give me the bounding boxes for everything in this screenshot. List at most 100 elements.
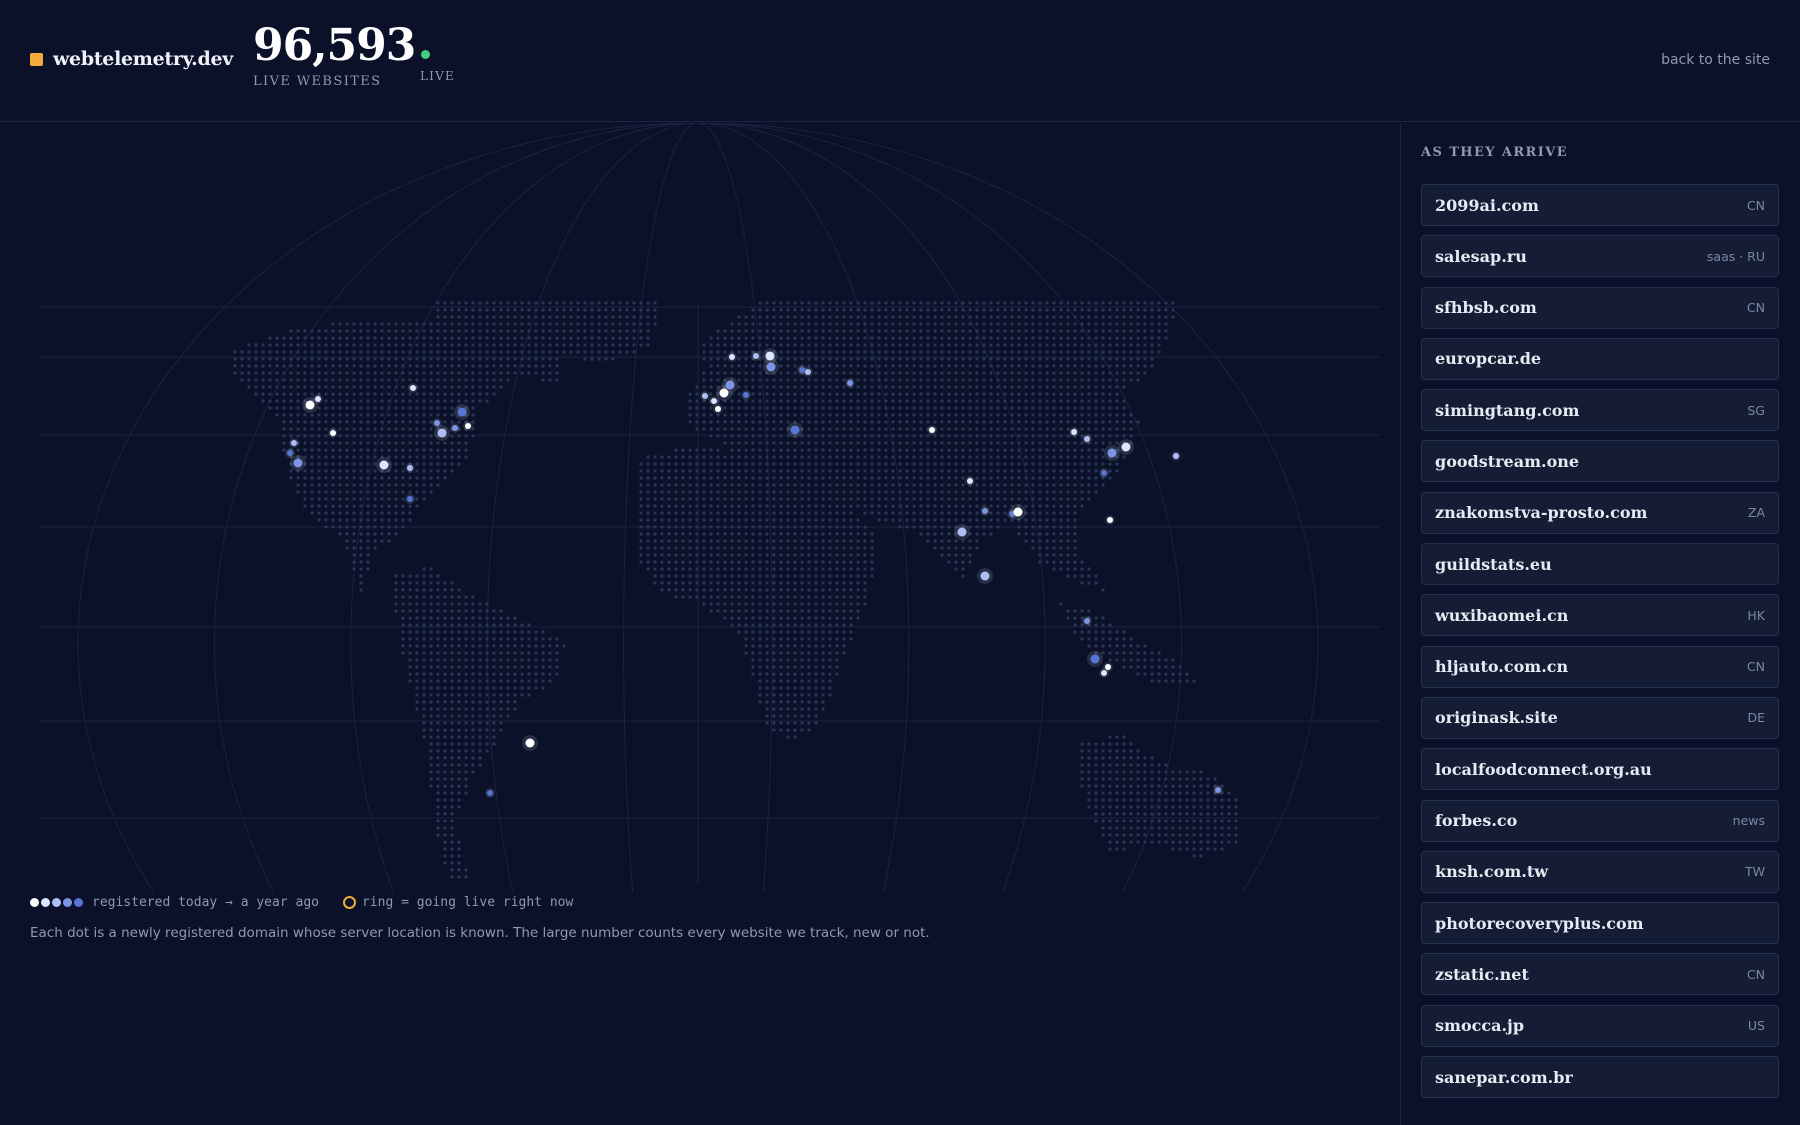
land-dot bbox=[1073, 301, 1077, 305]
land-dot bbox=[422, 693, 426, 697]
domain-dot[interactable] bbox=[799, 367, 805, 373]
feed-item[interactable]: hljauto.com.cn CN bbox=[1421, 645, 1779, 688]
domain-dot[interactable] bbox=[702, 393, 708, 399]
feed-item[interactable]: wuxibaomei.cn HK bbox=[1421, 594, 1779, 637]
domain-dot[interactable] bbox=[982, 508, 988, 514]
land-dot bbox=[632, 308, 636, 312]
feed-item[interactable]: sfhbsb.com CN bbox=[1421, 286, 1779, 329]
feed-item[interactable]: simingtang.com SG bbox=[1421, 389, 1779, 432]
domain-dot[interactable] bbox=[1121, 442, 1131, 452]
domain-dot[interactable] bbox=[766, 362, 776, 372]
feed-item[interactable]: localfoodconnect.org.au bbox=[1421, 748, 1779, 791]
land-dot bbox=[1192, 833, 1196, 837]
land-dot bbox=[534, 658, 538, 662]
land-dot bbox=[254, 350, 258, 354]
domain-dot[interactable] bbox=[437, 428, 447, 438]
land-dot bbox=[296, 490, 300, 494]
feed-item[interactable]: originask.site DE bbox=[1421, 696, 1779, 739]
land-dot bbox=[380, 329, 384, 333]
land-dot bbox=[1213, 812, 1217, 816]
back-to-site-link[interactable]: back to the site bbox=[1661, 52, 1770, 68]
domain-dot[interactable] bbox=[725, 380, 735, 390]
feed-item[interactable]: knsh.com.tw TW bbox=[1421, 850, 1779, 893]
domain-dot[interactable] bbox=[1084, 618, 1090, 624]
feed-item[interactable]: guildstats.eu bbox=[1421, 543, 1779, 586]
domain-dot[interactable] bbox=[487, 790, 493, 796]
domain-dot[interactable] bbox=[293, 458, 303, 468]
domain-dot[interactable] bbox=[729, 354, 735, 360]
land-dot bbox=[478, 385, 482, 389]
domain-dot[interactable] bbox=[407, 496, 413, 502]
domain-dot[interactable] bbox=[980, 571, 990, 581]
domain-dot[interactable] bbox=[291, 440, 297, 446]
feed-item[interactable]: goodstream.one bbox=[1421, 440, 1779, 483]
domain-dot[interactable] bbox=[407, 465, 413, 471]
land-dot bbox=[772, 630, 776, 634]
domain-dot[interactable] bbox=[1107, 448, 1117, 458]
land-dot bbox=[772, 665, 776, 669]
domain-dot[interactable] bbox=[1101, 670, 1107, 676]
land-dot bbox=[695, 567, 699, 571]
land-dot bbox=[751, 378, 755, 382]
brand[interactable]: webtelemetry.dev bbox=[30, 48, 233, 70]
domain-dot[interactable] bbox=[1090, 654, 1100, 664]
domain-dot[interactable] bbox=[287, 450, 293, 456]
domain-dot[interactable] bbox=[929, 427, 935, 433]
land-dot bbox=[436, 574, 440, 578]
domain-dot[interactable] bbox=[1084, 436, 1090, 442]
land-dot bbox=[667, 588, 671, 592]
domain-dot[interactable] bbox=[715, 406, 721, 412]
land-dot bbox=[800, 616, 804, 620]
land-dot bbox=[737, 420, 741, 424]
land-dot bbox=[422, 343, 426, 347]
domain-dot[interactable] bbox=[1215, 787, 1221, 793]
land-dot bbox=[331, 420, 335, 424]
land-dot bbox=[1143, 357, 1147, 361]
domain-dot[interactable] bbox=[525, 738, 535, 748]
domain-dot[interactable] bbox=[330, 430, 336, 436]
world-map-canvas[interactable] bbox=[0, 123, 1400, 893]
domain-dot[interactable] bbox=[1173, 453, 1179, 459]
domain-dot[interactable] bbox=[711, 398, 717, 404]
feed-item[interactable]: sanepar.com.br bbox=[1421, 1056, 1779, 1099]
domain-dot[interactable] bbox=[379, 460, 389, 470]
domain-dot[interactable] bbox=[305, 400, 315, 410]
land-dot bbox=[919, 455, 923, 459]
domain-dot[interactable] bbox=[410, 385, 416, 391]
domain-dot[interactable] bbox=[1107, 517, 1113, 523]
domain-dot[interactable] bbox=[847, 380, 853, 386]
land-dot bbox=[765, 588, 769, 592]
domain-dot[interactable] bbox=[315, 396, 321, 402]
domain-dot[interactable] bbox=[452, 425, 458, 431]
land-dot bbox=[814, 343, 818, 347]
domain-dot[interactable] bbox=[465, 423, 471, 429]
feed-item[interactable]: photorecoveryplus.com bbox=[1421, 902, 1779, 945]
domain-dot[interactable] bbox=[434, 420, 440, 426]
land-dot bbox=[940, 308, 944, 312]
land-dot bbox=[716, 476, 720, 480]
domain-dot[interactable] bbox=[743, 392, 749, 398]
land-dot bbox=[457, 385, 461, 389]
domain-dot[interactable] bbox=[1101, 470, 1107, 476]
feed-item[interactable]: zstatic.net CN bbox=[1421, 953, 1779, 996]
domain-dot[interactable] bbox=[457, 407, 467, 417]
feed-item[interactable]: europcar.de bbox=[1421, 337, 1779, 380]
land-dot bbox=[324, 329, 328, 333]
feed-item[interactable]: forbes.co news bbox=[1421, 799, 1779, 842]
feed-item[interactable]: 2099ai.com CN bbox=[1421, 184, 1779, 226]
domain-dot[interactable] bbox=[790, 425, 800, 435]
domain-dot[interactable] bbox=[967, 478, 973, 484]
land-dot bbox=[926, 539, 930, 543]
domain-dot[interactable] bbox=[957, 527, 967, 537]
land-dot bbox=[1178, 833, 1182, 837]
land-dot bbox=[1031, 399, 1035, 403]
feed-item[interactable]: salesap.ru saas · RU bbox=[1421, 235, 1779, 278]
domain-dot[interactable] bbox=[753, 353, 759, 359]
domain-dot[interactable] bbox=[1013, 507, 1023, 517]
feed-item[interactable]: smocca.jp US bbox=[1421, 1004, 1779, 1047]
land-dot bbox=[793, 665, 797, 669]
domain-dot[interactable] bbox=[1071, 429, 1077, 435]
feed-item[interactable]: znakomstva-prosto.com ZA bbox=[1421, 491, 1779, 534]
land-dot bbox=[751, 560, 755, 564]
land-dot bbox=[1206, 784, 1210, 788]
